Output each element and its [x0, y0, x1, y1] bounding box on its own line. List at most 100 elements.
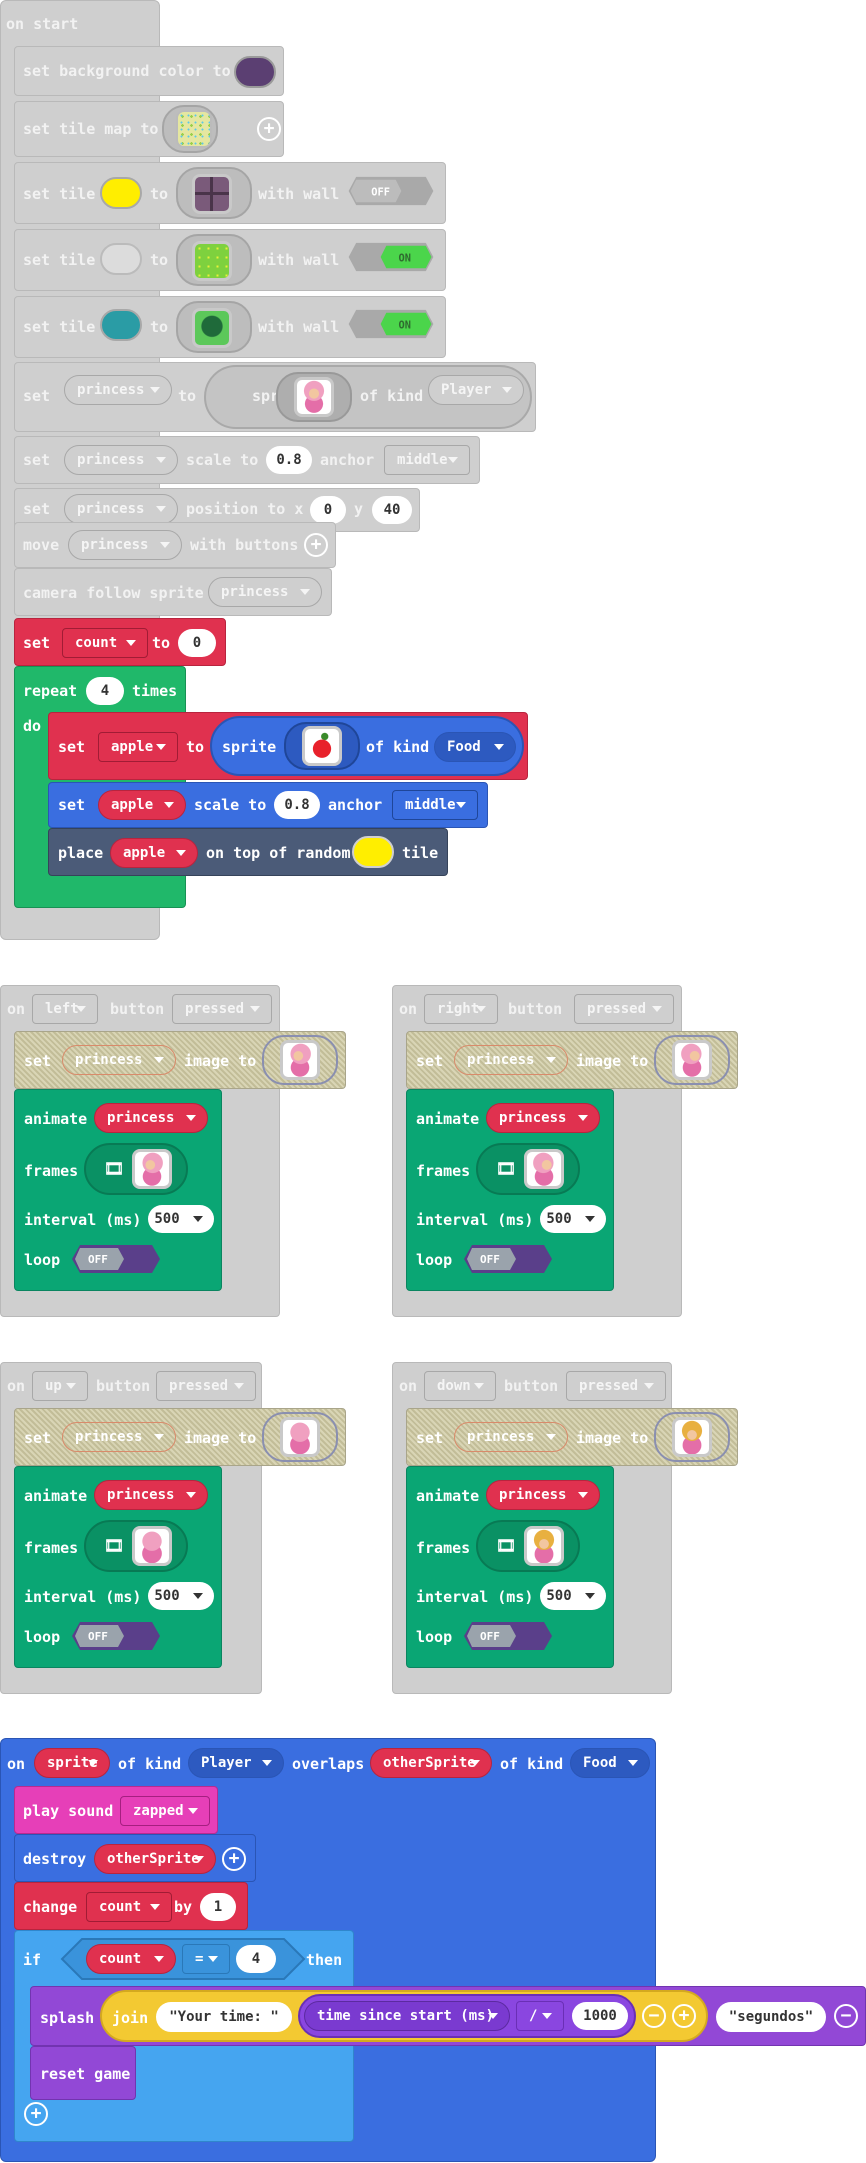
with-buttons-label: with buttons [190, 536, 299, 554]
join-text-field[interactable]: "Your time: " [156, 2002, 292, 2032]
anchor-label: anchor [320, 451, 375, 469]
left-interval-field[interactable]: 500 [148, 1205, 214, 1233]
apple-scale-value-field[interactable]: 0.8 [274, 791, 320, 819]
tile-2-to: to [150, 251, 169, 269]
wall-toggle-1[interactable]: OFF [344, 175, 438, 207]
up-loop-toggle-text: OFF [88, 1630, 108, 1643]
apple-set-label: set [58, 738, 86, 756]
apple-to-label: to [186, 738, 205, 756]
down-loop-label: loop [416, 1628, 453, 1646]
sound-dropdown[interactable]: zapped [120, 1796, 210, 1826]
apple-var-dropdown-3[interactable]: apple [110, 838, 198, 868]
tilemap-add-icon[interactable]: + [257, 117, 281, 141]
princess-var-dropdown-4[interactable]: princess [68, 530, 182, 560]
wall-toggle-3[interactable]: ON [344, 308, 438, 340]
apple-var-dropdown-2[interactable]: apple [98, 790, 186, 820]
overlap-kind-food-dropdown[interactable]: Food [570, 1748, 650, 1778]
if-count-dropdown[interactable]: count [86, 1944, 176, 1974]
up-film-icon: 🎞 [104, 1536, 125, 1555]
divide-op-dropdown[interactable]: / [516, 2001, 564, 2031]
overlap-kind-player-dropdown[interactable]: Player [188, 1748, 284, 1778]
right-on-label: on [399, 1000, 418, 1018]
down-animate-var-dropdown[interactable]: princess [486, 1480, 600, 1510]
princess-var-dropdown-3[interactable]: princess [64, 494, 178, 524]
repeat-times-field[interactable]: 4 [86, 677, 124, 705]
left-princess-dropdown[interactable]: princess [62, 1045, 176, 1075]
position-y-field[interactable]: 40 [372, 496, 412, 524]
down-set-label: set [416, 1429, 444, 1447]
apple-sprite-icon [302, 726, 342, 766]
wall-toggle-2-text: ON [399, 253, 411, 265]
left-button-dropdown[interactable]: left [32, 994, 98, 1024]
anchor-dropdown-2[interactable]: middle [392, 790, 478, 820]
if-op-dropdown[interactable]: = [182, 1944, 230, 1974]
down-princess-dropdown[interactable]: princess [454, 1422, 568, 1452]
join-remove-icon[interactable]: − [642, 2004, 666, 2028]
up-frame-icon [132, 1526, 172, 1566]
bg-color-swatch[interactable] [234, 56, 276, 88]
up-button-dropdown[interactable]: up [32, 1371, 88, 1401]
if-add-icon[interactable]: + [24, 2102, 48, 2126]
right-set-label: set [416, 1052, 444, 1070]
segundos-text-field[interactable]: "segundos" [716, 2002, 826, 2032]
count-var-dropdown-1[interactable]: count [62, 628, 148, 658]
right-interval-field[interactable]: 500 [540, 1205, 606, 1233]
tile-3-with-wall: with wall [258, 318, 340, 336]
set-bg-label: set background color to [23, 62, 231, 80]
apple-var-dropdown-1[interactable]: apple [98, 732, 178, 762]
down-event-dropdown[interactable]: pressed [566, 1371, 666, 1401]
position-x-field[interactable]: 0 [310, 496, 346, 524]
down-button-dropdown[interactable]: down [424, 1371, 496, 1401]
do-label: do [23, 717, 42, 735]
join-add-icon[interactable]: + [672, 2004, 696, 2028]
right-princess-dropdown[interactable]: princess [454, 1045, 568, 1075]
kind-food-dropdown-1[interactable]: Food [434, 732, 516, 762]
anchor-dropdown-1[interactable]: middle [384, 445, 470, 475]
right-loop-toggle[interactable]: OFF [462, 1243, 554, 1275]
on-start-label: on start [6, 15, 79, 33]
divide-value-field[interactable]: 1000 [572, 2002, 628, 2030]
tilemap-icon [176, 110, 212, 148]
yellow-tile-swatch[interactable] [100, 177, 142, 209]
count-to-label: to [152, 634, 171, 652]
left-animate-var-dropdown[interactable]: princess [94, 1103, 208, 1133]
right-animate-var-dropdown[interactable]: princess [486, 1103, 600, 1133]
apple-scale-set-label: set [58, 796, 86, 814]
overlap-other-dropdown[interactable]: otherSprite [370, 1748, 492, 1778]
princess-var-dropdown-5[interactable]: princess [208, 577, 322, 607]
kind-player-dropdown[interactable]: Player [428, 375, 524, 405]
right-button-dropdown[interactable]: right [424, 994, 498, 1024]
up-animate-var-dropdown[interactable]: princess [94, 1480, 208, 1510]
by-value-field[interactable]: 1 [200, 1893, 236, 1921]
right-event-dropdown[interactable]: pressed [574, 994, 674, 1024]
left-image-to-label: image to [184, 1052, 257, 1070]
princess-var-dropdown-2[interactable]: princess [64, 445, 178, 475]
princess-var-dropdown-1[interactable]: princess [64, 375, 172, 405]
count-value-field[interactable]: 0 [178, 629, 216, 657]
up-interval-field[interactable]: 500 [148, 1582, 214, 1610]
up-princess-dropdown[interactable]: princess [62, 1422, 176, 1452]
down-animate-label: animate [416, 1487, 480, 1505]
destroy-var-dropdown[interactable]: otherSprite [94, 1844, 216, 1874]
overlap-sprite-dropdown[interactable]: sprite [34, 1748, 110, 1778]
light-gray-tile-swatch[interactable] [100, 243, 142, 275]
left-frames-label: frames [24, 1162, 79, 1180]
move-add-icon[interactable]: + [304, 533, 328, 557]
down-loop-toggle[interactable]: OFF [462, 1620, 554, 1652]
left-loop-toggle[interactable]: OFF [70, 1243, 162, 1275]
time-since-start-reporter[interactable]: time since start (ms) [304, 2001, 510, 2031]
change-var-dropdown[interactable]: count [86, 1892, 172, 1922]
destroy-add-icon[interactable]: + [222, 1847, 246, 1871]
left-event-dropdown[interactable]: pressed [172, 994, 272, 1024]
place-yellow-tile-swatch[interactable] [352, 836, 394, 868]
down-interval-field[interactable]: 500 [540, 1582, 606, 1610]
up-loop-toggle[interactable]: OFF [70, 1620, 162, 1652]
wall-toggle-2[interactable]: ON [344, 241, 438, 273]
scale-value-field[interactable]: 0.8 [266, 446, 312, 474]
splash-remove-icon[interactable]: − [834, 2004, 858, 2028]
if-value-field[interactable]: 4 [236, 1945, 276, 1973]
set-tile-1-label: set tile [23, 185, 96, 203]
up-event-dropdown[interactable]: pressed [156, 1371, 256, 1401]
teal-tile-swatch[interactable] [100, 309, 142, 341]
button-handler-right: on right button pressed set princess ima… [392, 985, 738, 1317]
